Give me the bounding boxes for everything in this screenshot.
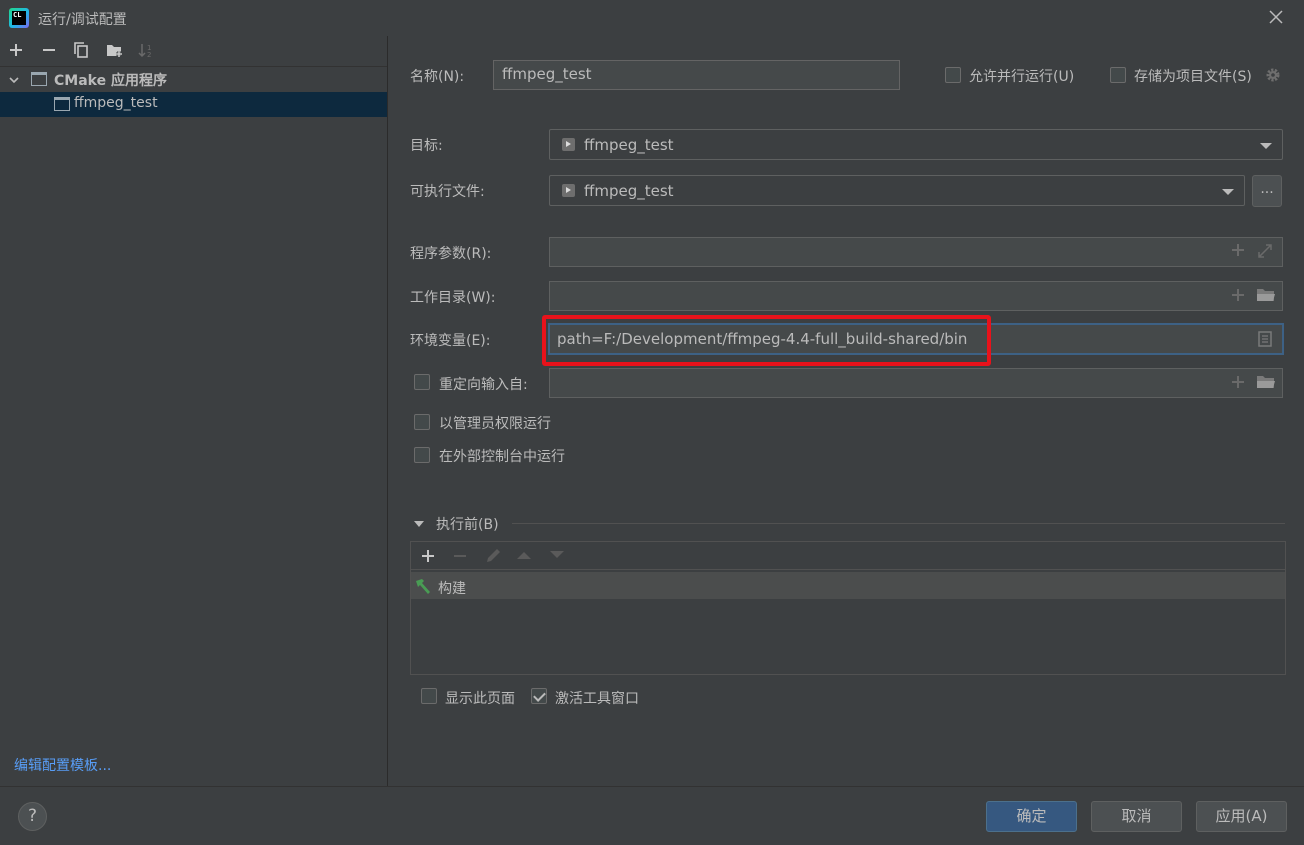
folder-add-icon[interactable] [106, 42, 122, 58]
run-target-icon [562, 138, 575, 151]
run-in-external-console-label: 在外部控制台中运行 [439, 449, 565, 465]
name-input[interactable]: ffmpeg_test [493, 60, 900, 90]
run-as-admin-checkbox[interactable] [414, 414, 430, 430]
pane-divider[interactable] [387, 36, 388, 786]
target-label: 目标: [410, 138, 443, 154]
program-arguments-input[interactable] [549, 237, 1283, 267]
before-launch-section-title[interactable]: 执行前(B) [436, 514, 499, 534]
activate-tool-window-checkbox[interactable] [531, 688, 547, 704]
move-up-icon[interactable] [516, 550, 532, 560]
apply-button[interactable]: 应用(A) [1196, 801, 1287, 832]
tree-expand-chevron-icon[interactable] [8, 74, 20, 86]
remove-icon[interactable] [452, 548, 468, 564]
expand-icon[interactable] [1257, 243, 1273, 259]
before-launch-task-label: 构建 [438, 581, 466, 597]
program-arguments-label: 程序参数(R): [410, 246, 492, 262]
window-title: 运行/调试配置 [38, 12, 127, 28]
before-launch-toolbar [411, 542, 1285, 570]
allow-parallel-run-label: 允许并行运行(U) [969, 69, 1075, 85]
allow-parallel-run-checkbox[interactable] [945, 67, 961, 83]
add-icon[interactable] [420, 548, 436, 564]
name-label: 名称(N): [410, 69, 465, 85]
insert-macro-icon[interactable] [1231, 288, 1245, 302]
show-page-checkbox[interactable] [421, 688, 437, 704]
configuration-tree-pane [0, 36, 387, 786]
edit-configuration-templates-link[interactable]: 编辑配置模板... [14, 755, 111, 775]
app-icon-text: CL [12, 11, 26, 25]
sort-icon[interactable]: 12 [138, 42, 154, 58]
run-in-external-console-checkbox[interactable] [414, 447, 430, 463]
cancel-button[interactable]: 取消 [1091, 801, 1182, 832]
gear-icon[interactable] [1264, 66, 1282, 84]
move-down-icon[interactable] [549, 550, 565, 560]
activate-tool-window-label: 激活工具窗口 [555, 691, 639, 707]
cmake-target-icon [54, 97, 70, 111]
target-combobox[interactable]: ffmpeg_test [549, 129, 1283, 160]
working-directory-input[interactable] [549, 281, 1283, 311]
remove-icon[interactable] [41, 42, 57, 58]
svg-text:2: 2 [147, 51, 151, 58]
folder-icon[interactable] [1256, 287, 1276, 303]
folder-icon[interactable] [1256, 374, 1276, 390]
environment-variables-label: 环境变量(E): [410, 333, 491, 349]
executable-label: 可执行文件: [410, 184, 485, 200]
redirect-input-label: 重定向输入自: [439, 377, 528, 393]
run-target-icon [562, 184, 575, 197]
cmake-application-icon [31, 72, 47, 86]
clion-app-icon: CL [9, 8, 29, 28]
insert-macro-icon[interactable] [1231, 375, 1245, 389]
store-as-project-file-checkbox[interactable] [1110, 67, 1126, 83]
executable-value: ffmpeg_test [584, 182, 674, 200]
ok-button[interactable]: 确定 [986, 801, 1077, 832]
highlight-annotation-box [542, 315, 991, 366]
insert-macro-icon[interactable] [1231, 243, 1245, 257]
store-as-project-file-label: 存储为项目文件(S) [1134, 69, 1252, 85]
edit-icon[interactable] [484, 547, 502, 565]
copy-icon[interactable] [73, 42, 89, 58]
executable-combobox[interactable]: ffmpeg_test [549, 175, 1245, 206]
show-page-label: 显示此页面 [445, 691, 515, 707]
tree-item-label: ffmpeg_test [74, 95, 158, 111]
edit-environment-variables-icon[interactable] [1258, 331, 1272, 347]
before-launch-task-row[interactable] [411, 572, 1285, 599]
add-icon[interactable] [8, 42, 24, 58]
section-divider [512, 523, 1285, 524]
run-as-admin-label: 以管理员权限运行 [439, 416, 551, 432]
toolbar-separator [0, 66, 387, 67]
target-value: ffmpeg_test [584, 136, 674, 154]
chevron-down-icon [1260, 143, 1272, 149]
collapse-section-chevron-icon[interactable] [413, 519, 425, 529]
working-directory-label: 工作目录(W): [410, 290, 496, 306]
hammer-icon [414, 577, 432, 595]
close-icon[interactable] [1266, 7, 1286, 27]
redirect-input-checkbox[interactable] [414, 374, 430, 390]
redirect-input-field[interactable] [549, 368, 1283, 398]
title-bar [0, 0, 1304, 36]
chevron-down-icon [1222, 189, 1234, 195]
tree-group-cmake-application[interactable]: CMake 应用程序 [54, 70, 167, 90]
help-button[interactable]: ? [18, 802, 47, 831]
browse-executable-button[interactable]: ... [1252, 175, 1282, 207]
